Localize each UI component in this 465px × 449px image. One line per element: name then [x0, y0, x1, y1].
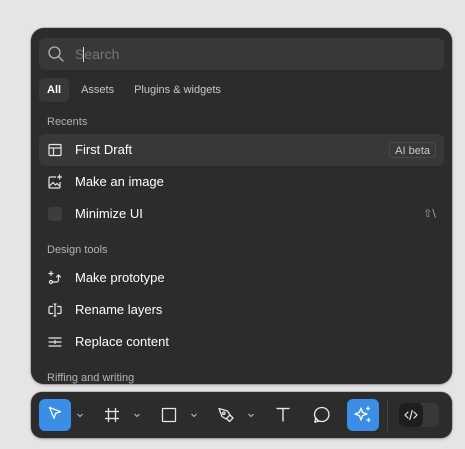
tab-plugins-widgets[interactable]: Plugins & widgets: [126, 78, 229, 102]
text-t-icon: [276, 407, 290, 422]
cursor-arrow-icon: [48, 406, 62, 419]
section-title-recents: Recents: [47, 116, 88, 128]
pen-tool-menu-chevron-down-icon[interactable]: [247, 411, 255, 419]
shape-tool-menu-chevron-down-icon[interactable]: [190, 411, 198, 419]
list-item-label: Replace content: [75, 334, 169, 349]
keyboard-shortcut: ⇧\: [423, 207, 436, 220]
section-title-design-tools: Design tools: [47, 244, 108, 256]
actions-panel: All Assets Plugins & widgets Recents Fir…: [31, 28, 452, 384]
list-item-label: First Draft: [75, 142, 133, 157]
move-tool-button[interactable]: [39, 399, 71, 431]
actions-ai-button[interactable]: [347, 399, 379, 431]
search-icon: [47, 45, 65, 63]
checkbox-icon[interactable]: [48, 207, 62, 221]
code-brackets-icon: [404, 409, 418, 421]
frame-tool-button[interactable]: [96, 399, 128, 431]
move-tool-menu-chevron-down-icon[interactable]: [76, 411, 84, 419]
replace-content-icon: [47, 334, 63, 350]
search-input[interactable]: [75, 38, 435, 70]
comment-bubble-icon: [313, 406, 330, 423]
frame-hash-icon: [105, 408, 119, 422]
text-tool-button[interactable]: [267, 399, 299, 431]
tab-assets[interactable]: Assets: [73, 78, 122, 102]
list-item-make-prototype[interactable]: Make prototype: [39, 262, 444, 294]
text-caret: [83, 47, 84, 62]
filter-tabs: All Assets Plugins & widgets: [39, 78, 229, 102]
image-sparkle-icon: [47, 174, 63, 190]
frame-tool-menu-chevron-down-icon[interactable]: [133, 411, 141, 419]
layout-icon: [47, 142, 63, 158]
section-title-riffing-writing: Riffing and writing: [47, 372, 135, 384]
list-item-rename-layers[interactable]: Rename layers: [39, 294, 444, 326]
pen-tool-button[interactable]: [210, 399, 242, 431]
list-item-replace-content[interactable]: Replace content: [39, 326, 444, 358]
prototype-sparkle-icon: [47, 270, 63, 286]
list-item-label: Make an image: [75, 174, 164, 189]
bottom-toolbar: [31, 392, 452, 438]
shape-tool-button[interactable]: [153, 399, 185, 431]
list-item-first-draft[interactable]: First Draft AI beta: [39, 134, 444, 166]
tab-all[interactable]: All: [39, 78, 70, 102]
list-item-label: Minimize UI: [75, 206, 143, 221]
list-item-minimize-ui[interactable]: Minimize UI ⇧\: [39, 198, 444, 230]
ai-beta-badge: AI beta: [389, 142, 436, 158]
toolbar-divider: [387, 399, 388, 431]
search-box[interactable]: [39, 38, 444, 70]
list-item-label: Make prototype: [75, 270, 165, 285]
list-item-label: Rename layers: [75, 302, 163, 317]
list-item-make-an-image[interactable]: Make an image: [39, 166, 444, 198]
dev-mode-toggle[interactable]: [399, 403, 439, 427]
rectangle-icon: [161, 407, 177, 423]
comment-tool-button[interactable]: [306, 399, 338, 431]
rename-layers-icon: [47, 302, 63, 318]
ai-sparkle-icon: [354, 406, 371, 423]
pen-icon: [218, 407, 234, 423]
